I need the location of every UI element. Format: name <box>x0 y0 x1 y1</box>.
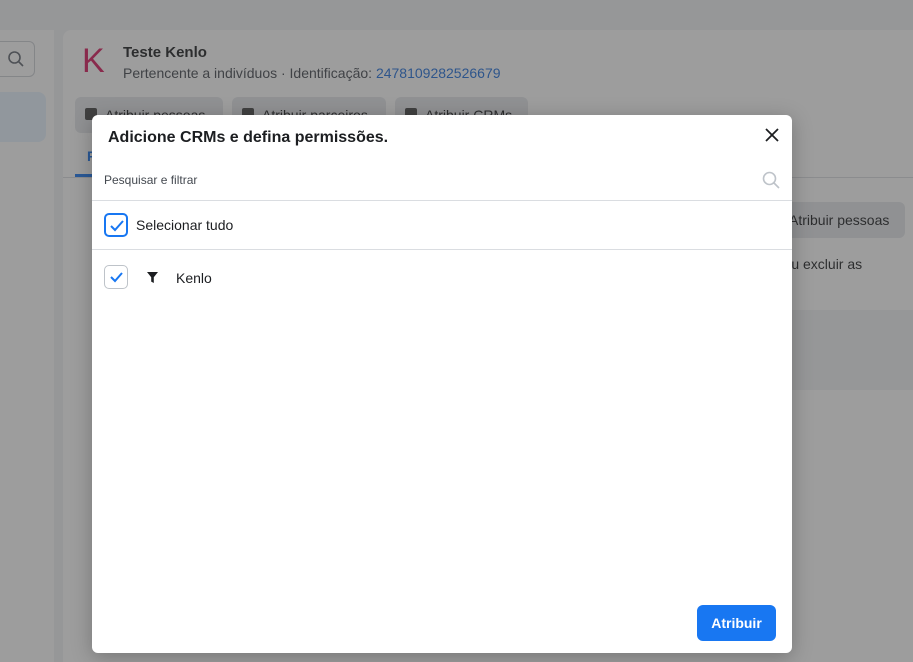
filter-icon <box>146 271 159 289</box>
select-all-checkbox[interactable] <box>104 213 128 237</box>
select-all-row[interactable]: Selecionar tudo <box>92 201 792 250</box>
item-label: Kenlo <box>176 270 212 286</box>
list-item[interactable]: Kenlo <box>92 251 792 303</box>
select-all-label: Selecionar tudo <box>136 217 234 233</box>
close-icon <box>765 128 779 142</box>
close-button[interactable] <box>762 125 782 145</box>
search-icon <box>762 171 780 194</box>
item-checkbox[interactable] <box>104 265 128 289</box>
search-row <box>92 160 792 201</box>
search-input[interactable] <box>104 168 744 192</box>
dialog-title: Adicione CRMs e defina permissões. <box>108 129 389 146</box>
add-crms-dialog: Adicione CRMs e defina permissões. Selec… <box>92 115 792 653</box>
checkmark-icon <box>110 220 124 232</box>
checkmark-icon <box>110 272 123 283</box>
assign-button[interactable]: Atribuir <box>697 605 776 641</box>
